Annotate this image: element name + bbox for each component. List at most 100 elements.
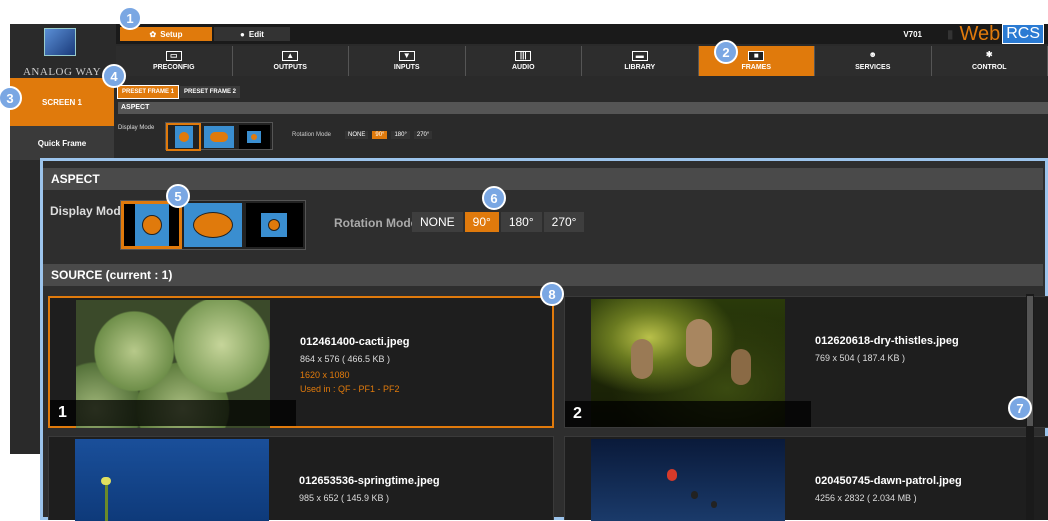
brand-name: ANALOG WAY — [10, 66, 114, 78]
nav-label: OUTPUTS — [274, 64, 307, 71]
source-card-cacti[interactable]: 1 012461400-cacti.jpeg 864 x 576 ( 466.5… — [48, 296, 554, 428]
stretch-preview — [204, 126, 234, 148]
callout-badge: 1 — [118, 6, 142, 30]
sidebar-item-quick-frame[interactable]: Quick Frame — [10, 126, 114, 160]
inputs-icon: ▼ — [399, 51, 415, 61]
web-text: Web — [959, 23, 1000, 46]
balloon — [691, 491, 698, 499]
rotation-90[interactable]: 90° — [465, 212, 499, 232]
rotation-mode-label: Rotation Mode — [334, 216, 417, 230]
nav-outputs[interactable]: ▲ OUTPUTS — [233, 46, 350, 76]
tab-preset-frame-2[interactable]: PRESET FRAME 2 — [180, 86, 240, 98]
circle-icon — [179, 132, 189, 142]
callout-badge: 5 — [166, 184, 190, 208]
preset-tabs: PRESET FRAME 1 PRESET FRAME 2 — [118, 86, 240, 100]
nav-label: FRAMES — [741, 64, 771, 71]
nav-preconfig[interactable]: ▭PRECONFIG — [116, 46, 233, 76]
native-preview — [247, 131, 261, 143]
circle-icon — [251, 134, 257, 140]
display-mode-stretch-small[interactable] — [203, 125, 234, 149]
file-name: 012653536-springtime.jpeg — [299, 475, 440, 487]
callout-badge: 7 — [1008, 396, 1032, 420]
rcs-text: RCS — [1002, 24, 1044, 44]
rotation-none[interactable]: NONE — [412, 212, 463, 232]
outputs-icon: ▲ — [282, 51, 298, 61]
analog-way-logo: ANALOG WAY — [10, 24, 114, 78]
source-header: SOURCE (current : 1) — [43, 264, 1043, 286]
card-number: 1 — [50, 400, 296, 426]
nav-services[interactable]: ☻ SERVICES — [815, 46, 932, 76]
tab-preset-frame-1[interactable]: PRESET FRAME 1 — [118, 86, 178, 98]
nav-label: CONTROL — [972, 64, 1007, 71]
control-icon: ✱ — [981, 51, 997, 61]
rotation-mode-group: NONE 90° 180° 270° — [412, 212, 584, 232]
version-label: V701 — [903, 30, 922, 39]
thistle-head — [631, 339, 653, 379]
source-card-thistles[interactable]: 2 012620618-dry-thistles.jpeg 769 x 504 … — [564, 296, 1048, 428]
display-mode-fit[interactable] — [123, 203, 180, 247]
display-mode-native-small[interactable] — [239, 125, 270, 149]
card-number: 2 — [565, 401, 811, 427]
nav-label: AUDIO — [512, 64, 535, 71]
nav-label: LIBRARY — [624, 64, 655, 71]
file-used-in: Used in : QF - PF1 - PF2 — [300, 384, 400, 394]
callout-badge: 4 — [102, 64, 126, 88]
display-mode-native[interactable] — [246, 203, 303, 247]
file-size: 769 x 504 ( 187.4 KB ) — [815, 353, 905, 363]
webrcs-logo: ▮ Web RCS — [947, 24, 1044, 44]
file-size: 985 x 652 ( 145.9 KB ) — [299, 493, 389, 503]
display-mode-group-small — [165, 122, 273, 150]
play-icon: ● — [240, 30, 245, 39]
rotation-180-small[interactable]: 180° — [391, 131, 409, 139]
nav-control[interactable]: ✱ CONTROL — [932, 46, 1048, 76]
nav-audio[interactable]: ||| AUDIO — [466, 46, 583, 76]
rotation-90-small[interactable]: 90° — [372, 131, 387, 139]
ellipse-icon — [193, 212, 233, 238]
gear-icon: ✿ — [150, 30, 157, 39]
rotation-none-small[interactable]: NONE — [345, 131, 368, 139]
balloon — [711, 501, 717, 508]
display-mode-fit-small[interactable] — [168, 125, 199, 149]
rotation-270-small[interactable]: 270° — [414, 131, 432, 139]
callout-badge: 6 — [482, 186, 506, 210]
circle-icon — [268, 219, 280, 231]
rotation-270[interactable]: 270° — [544, 212, 585, 232]
setup-label: Setup — [160, 30, 182, 39]
logo-mark — [44, 28, 76, 56]
sidebar-item-screen-1[interactable]: SCREEN 1 — [10, 78, 114, 126]
fit-preview — [135, 203, 169, 247]
file-name: 012620618-dry-thistles.jpeg — [815, 335, 959, 347]
nav-library[interactable]: ▬ LIBRARY — [582, 46, 699, 76]
services-icon: ☻ — [865, 51, 881, 61]
audio-icon: ||| — [515, 51, 531, 61]
nav-inputs[interactable]: ▼INPUTS — [349, 46, 466, 76]
edit-label: Edit — [249, 30, 264, 39]
file-resolution: 1620 x 1080 — [300, 370, 350, 380]
display-mode-stretch[interactable] — [184, 203, 241, 247]
circle-icon — [142, 215, 162, 235]
callout-badge: 8 — [540, 282, 564, 306]
balloon — [667, 469, 677, 481]
stem — [105, 481, 108, 521]
fit-preview — [175, 126, 193, 148]
file-name: 012461400-cacti.jpeg — [300, 336, 409, 348]
source-card-dawn-patrol[interactable]: 020450745-dawn-patrol.jpeg 4256 x 2832 (… — [564, 436, 1048, 520]
edit-button[interactable]: ● Edit — [214, 27, 290, 41]
aspect-header-small: ASPECT — [118, 102, 1048, 114]
file-size: 864 x 576 ( 466.5 KB ) — [300, 354, 390, 364]
library-icon: ▬ — [632, 51, 648, 61]
thistle-head — [731, 349, 751, 385]
dawn-patrol-thumbnail — [591, 439, 785, 521]
rotation-180[interactable]: 180° — [501, 212, 542, 232]
source-card-springtime[interactable]: 012653536-springtime.jpeg 985 x 652 ( 14… — [48, 436, 554, 520]
rotation-mode-small: Rotation Mode NONE 90° 180° 270° — [292, 131, 432, 139]
top-bar: ✿Setup ● Edit V701 — [116, 24, 1048, 44]
preconfig-icon: ▭ — [166, 51, 182, 61]
springtime-thumbnail — [75, 439, 269, 521]
file-size: 4256 x 2832 ( 2.034 MB ) — [815, 493, 917, 503]
main-nav: ▭PRECONFIG ▲ OUTPUTS ▼INPUTS ||| AUDIO ▬ LI… — [116, 46, 1048, 76]
nav-label: SERVICES — [855, 64, 890, 71]
file-name: 020450745-dawn-patrol.jpeg — [815, 475, 962, 487]
display-mode-group — [120, 200, 306, 250]
thistle-head — [686, 319, 712, 367]
